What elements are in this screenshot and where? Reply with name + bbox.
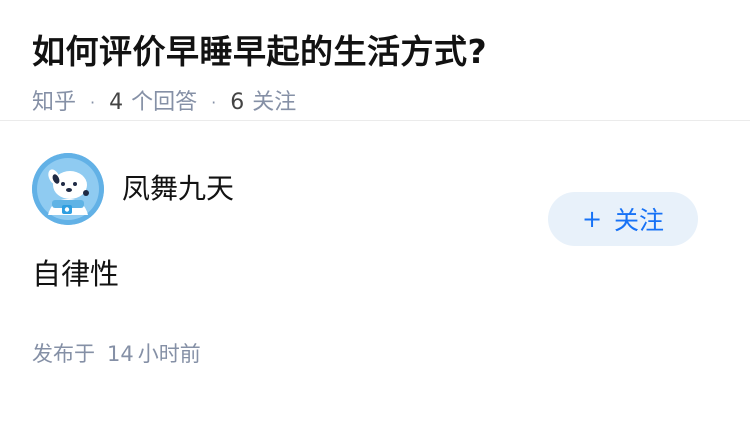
author-name[interactable]: 凤舞九天 bbox=[122, 167, 234, 207]
follow-button[interactable]: + 关注 bbox=[548, 192, 698, 246]
answer-timestamp: 发布于 14 小时前 bbox=[32, 338, 718, 368]
answer-count: 4 bbox=[109, 90, 124, 115]
source-label: 知乎 bbox=[32, 90, 77, 115]
published-number: 14 bbox=[107, 342, 134, 366]
question-header: 如何评价早睡早起的生活方式? 知乎 · 4 个回答 · 6 关注 bbox=[0, 0, 750, 121]
follow-button-label: 关注 bbox=[614, 206, 665, 235]
separator-dot: · bbox=[211, 93, 217, 112]
plus-icon: + bbox=[581, 205, 603, 233]
avatar-illustration-icon bbox=[32, 153, 104, 225]
answer-card: 凤舞九天 + 关注 自律性 发布于 14 小时前 bbox=[0, 152, 750, 368]
question-meta: 知乎 · 4 个回答 · 6 关注 bbox=[32, 88, 718, 118]
avatar[interactable] bbox=[32, 153, 104, 225]
follower-count-label: 关注 bbox=[252, 90, 297, 115]
published-unit: 小时前 bbox=[137, 342, 201, 366]
separator-dot: · bbox=[90, 93, 96, 112]
published-prefix: 发布于 bbox=[32, 342, 95, 366]
follower-count: 6 bbox=[230, 90, 245, 115]
question-title[interactable]: 如何评价早睡早起的生活方式? bbox=[32, 30, 718, 74]
answer-count-label: 个回答 bbox=[131, 90, 198, 115]
answer-content[interactable]: 自律性 bbox=[32, 254, 718, 294]
